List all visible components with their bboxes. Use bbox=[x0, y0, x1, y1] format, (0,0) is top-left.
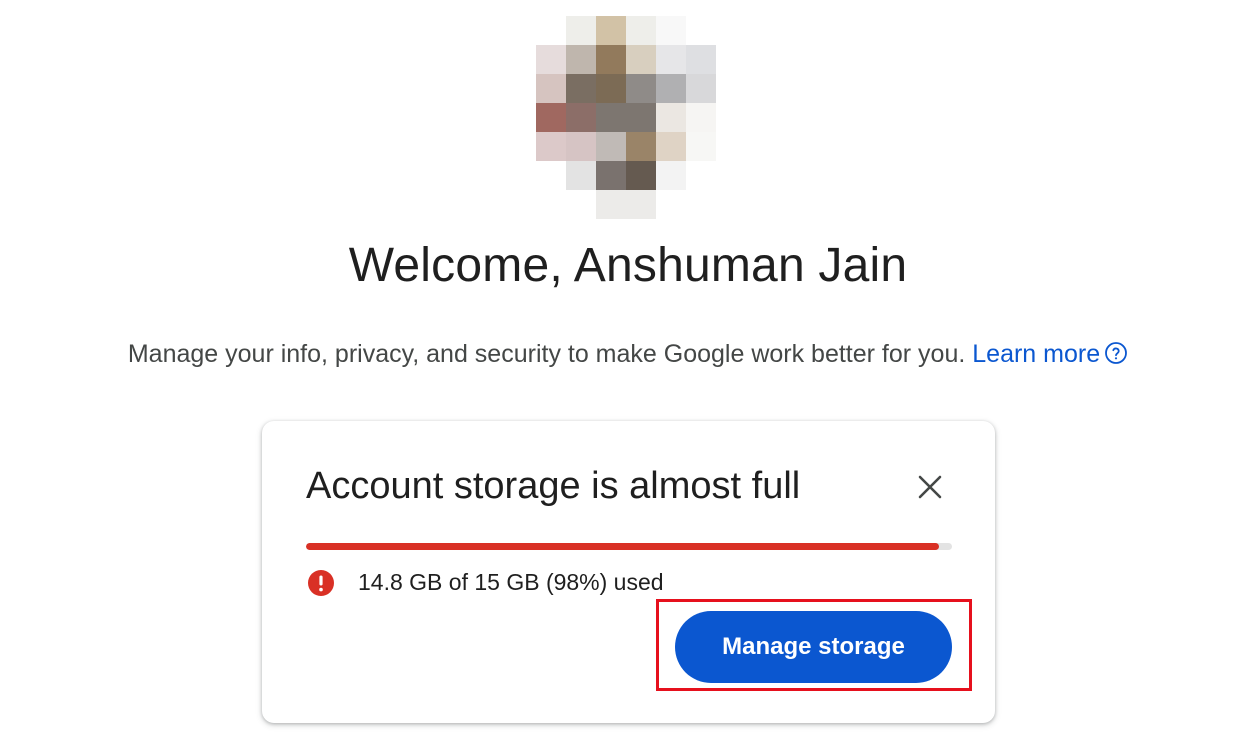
avatar-pixel bbox=[686, 16, 716, 45]
avatar-pixel bbox=[686, 132, 716, 161]
subtitle-text: Manage your info, privacy, and security … bbox=[127, 340, 966, 368]
avatar-pixel bbox=[656, 74, 686, 103]
avatar-pixel bbox=[686, 45, 716, 74]
avatar-pixel bbox=[626, 161, 656, 190]
storage-progress-bar bbox=[306, 543, 952, 550]
avatar-pixel bbox=[566, 190, 596, 219]
avatar-pixel bbox=[566, 161, 596, 190]
account-home-page: Welcome, Anshuman Jain Manage your info,… bbox=[0, 0, 1250, 750]
avatar-pixel bbox=[626, 132, 656, 161]
avatar-pixel bbox=[596, 190, 626, 219]
avatar-pixel bbox=[626, 103, 656, 132]
error-icon bbox=[308, 569, 334, 596]
avatar-pixel bbox=[536, 45, 566, 74]
avatar-pixel bbox=[566, 45, 596, 74]
avatar-pixel bbox=[656, 45, 686, 74]
avatar-pixel bbox=[536, 74, 566, 103]
close-icon bbox=[917, 474, 943, 505]
avatar-pixel bbox=[626, 74, 656, 103]
avatar-pixel bbox=[686, 161, 716, 190]
avatar-pixel bbox=[656, 190, 686, 219]
learn-more-label: Learn more bbox=[972, 340, 1101, 368]
avatar-pixel bbox=[596, 103, 626, 132]
avatar-pixel bbox=[686, 103, 716, 132]
avatar-pixel bbox=[626, 16, 656, 45]
close-button[interactable] bbox=[910, 469, 950, 509]
avatar-pixel bbox=[596, 74, 626, 103]
avatar-pixel bbox=[656, 132, 686, 161]
storage-usage-text: 14.8 GB of 15 GB (98%) used bbox=[358, 569, 664, 595]
storage-usage-row: 14.8 GB of 15 GB (98%) used bbox=[308, 569, 664, 596]
avatar-pixel bbox=[536, 190, 566, 219]
page-subtitle: Manage your info, privacy, and security … bbox=[0, 340, 1250, 372]
manage-storage-button[interactable]: Manage storage bbox=[675, 611, 952, 683]
avatar-pixel bbox=[536, 16, 566, 45]
storage-warning-card: Account storage is almost full 14.8 GB o… bbox=[262, 421, 995, 723]
avatar-pixel bbox=[656, 16, 686, 45]
avatar-pixel bbox=[596, 16, 626, 45]
avatar-pixel bbox=[566, 74, 596, 103]
avatar-pixel bbox=[596, 132, 626, 161]
welcome-heading: Welcome, Anshuman Jain bbox=[348, 239, 908, 292]
avatar-pixel bbox=[686, 74, 716, 103]
avatar-pixel bbox=[656, 161, 686, 190]
avatar-pixel bbox=[596, 45, 626, 74]
avatar[interactable] bbox=[536, 16, 716, 219]
avatar-pixel bbox=[656, 103, 686, 132]
avatar-pixel bbox=[536, 103, 566, 132]
storage-card-title: Account storage is almost full bbox=[306, 465, 801, 507]
avatar-pixel bbox=[626, 45, 656, 74]
avatar-pixel bbox=[626, 190, 656, 219]
learn-more-link[interactable]: Learn more bbox=[972, 340, 1128, 368]
avatar-pixel bbox=[566, 132, 596, 161]
storage-progress-fill bbox=[306, 543, 940, 550]
avatar-pixel bbox=[536, 132, 566, 161]
avatar-pixel bbox=[566, 16, 596, 45]
avatar-pixel bbox=[536, 161, 566, 190]
help-circle-icon bbox=[1104, 341, 1128, 372]
avatar-pixel bbox=[566, 103, 596, 132]
avatar-pixel bbox=[686, 190, 716, 219]
avatar-pixel bbox=[596, 161, 626, 190]
